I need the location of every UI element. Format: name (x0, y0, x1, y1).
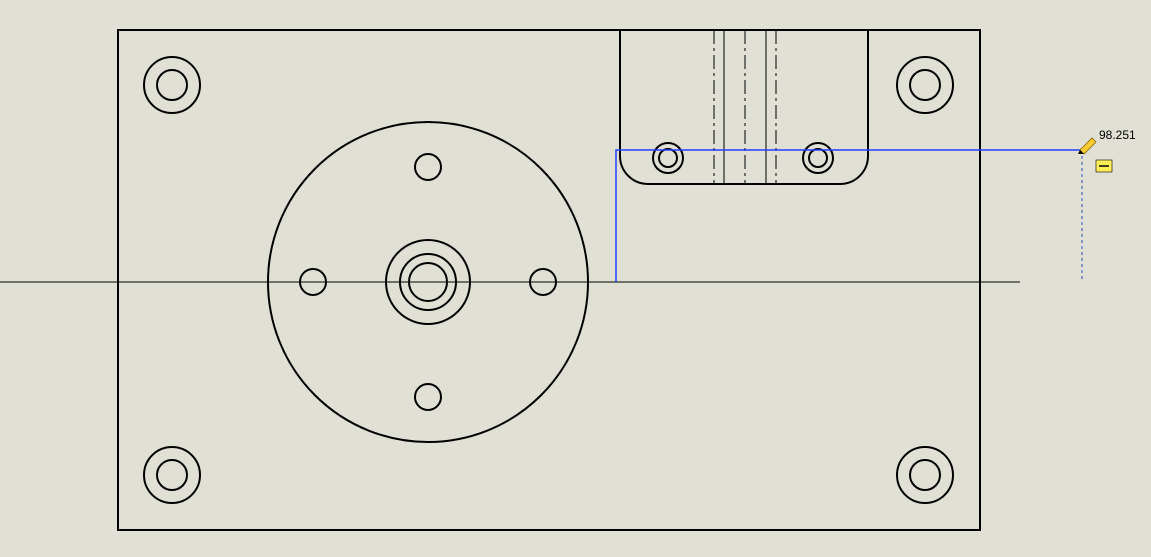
pencil-cursor-icon (1078, 138, 1096, 154)
horizontal-constraint-badge (1096, 160, 1112, 172)
corner-hole-br (897, 447, 953, 503)
bracket (620, 30, 868, 184)
corner-hole-tr (897, 57, 953, 113)
drawing-canvas[interactable] (0, 0, 1151, 557)
active-sketch-line[interactable] (616, 150, 1082, 282)
base-plate (118, 30, 980, 530)
corner-hole-bl (144, 447, 200, 503)
corner-hole-tl (144, 57, 200, 113)
dimension-readout: 98.251 (1099, 128, 1136, 142)
